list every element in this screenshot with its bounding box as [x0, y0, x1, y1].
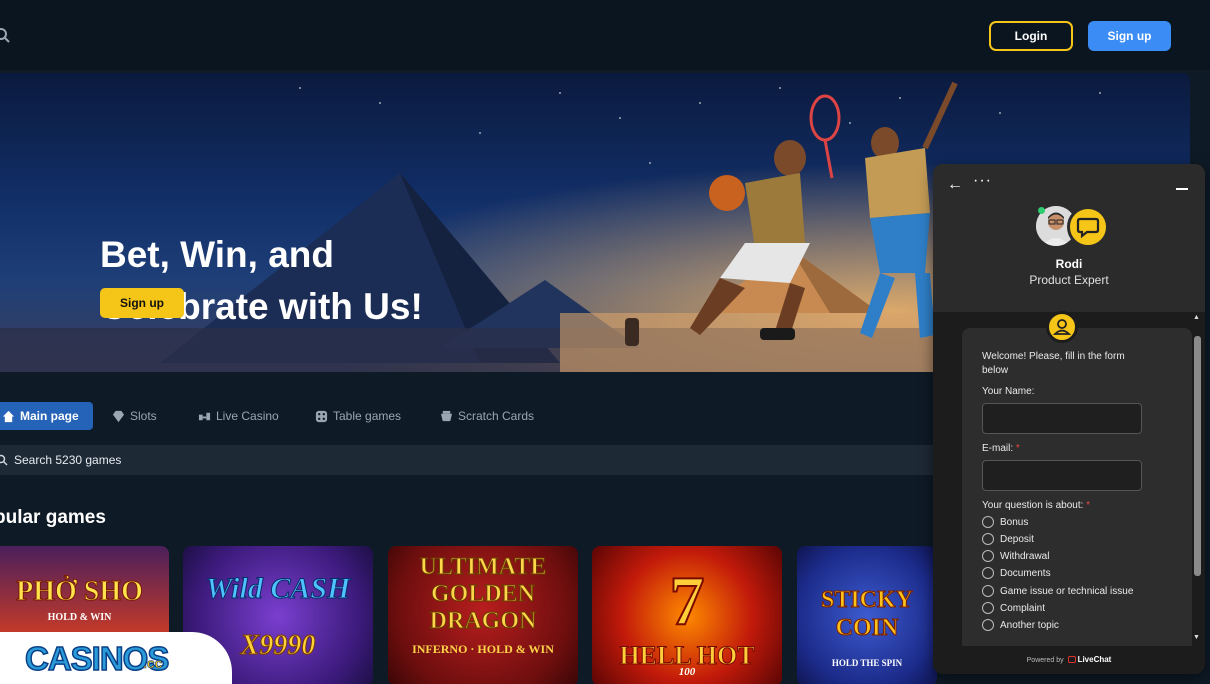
dice-icon [315, 410, 328, 422]
login-button[interactable]: Login [989, 21, 1073, 51]
name-label-text: Your Name: [982, 386, 1035, 397]
game-search-input[interactable]: Search 5230 games [0, 445, 940, 475]
scratch-card-icon [440, 410, 453, 421]
tab-table-games[interactable]: Table games [315, 402, 401, 430]
email-field[interactable] [982, 460, 1142, 491]
radio-label: Withdrawal [1000, 550, 1050, 562]
radio-circle[interactable] [982, 516, 994, 528]
scroll-up-arrow-icon[interactable]: ▲ [1193, 314, 1200, 321]
radio-label: Complaint [1000, 602, 1046, 614]
radio-label: Bonus [1000, 516, 1029, 528]
radio-label: Deposit [1000, 533, 1034, 545]
chat-scroll-thumb[interactable] [1194, 336, 1201, 576]
radio-circle[interactable] [982, 602, 994, 614]
tab-scratch-cards[interactable]: Scratch Cards [440, 402, 534, 430]
signup-button[interactable]: Sign up [1088, 21, 1171, 51]
search-icon[interactable] [0, 27, 12, 45]
question-label: Your question is about: * [982, 500, 1090, 511]
powered-by-text: Powered by [1026, 657, 1064, 664]
chat-header: ← ··· Rodi Product Expert [933, 164, 1205, 312]
livechat-widget: ← ··· Rodi Product Expert Welcome! Pleas… [933, 164, 1205, 674]
site-logo-suffix: .cc [143, 655, 163, 672]
required-mark: * [1015, 443, 1020, 454]
more-options-icon[interactable]: ··· [973, 172, 992, 190]
email-label: E-mail: * [982, 443, 1020, 454]
name-field[interactable] [982, 403, 1142, 434]
radio-label: Game issue or technical issue [1000, 585, 1134, 597]
user-icon [1046, 311, 1078, 343]
livechat-brand[interactable]: LiveChat [1078, 655, 1112, 664]
agent-role: Product Expert [1029, 273, 1109, 287]
search-placeholder: Search 5230 games [14, 453, 122, 467]
chat-bubble-icon [1067, 206, 1109, 248]
radio-documents[interactable]: Documents [982, 567, 1051, 579]
seven-graphic: 7 [669, 562, 706, 641]
game-subtitle: 100 [678, 666, 696, 678]
name-label: Your Name: [982, 386, 1034, 397]
required-mark: * [1086, 500, 1091, 511]
radio-circle[interactable] [982, 585, 994, 597]
livechat-logo-icon [1067, 656, 1076, 663]
form-welcome-text: Welcome! Please, fill in the form below [982, 351, 1125, 376]
game-title: STICKY COIN [820, 587, 914, 642]
radio-label: Documents [1000, 567, 1051, 579]
game-tile-golden-dragon[interactable]: ULTIMATE GOLDEN DRAGON INFERNO · HOLD & … [388, 546, 578, 684]
game-title: Wild CASH [205, 572, 351, 606]
radio-circle[interactable] [982, 550, 994, 562]
radio-label: Another topic [1000, 619, 1059, 631]
tab-label: Live Casino [216, 409, 279, 423]
game-subtitle: HOLD THE SPIN [831, 658, 903, 668]
hero-signup-button[interactable]: Sign up [100, 288, 184, 318]
home-icon [2, 410, 15, 422]
radio-complaint[interactable]: Complaint [982, 602, 1045, 614]
search-icon [0, 454, 8, 466]
radio-circle[interactable] [982, 533, 994, 545]
agent-name: Rodi [1055, 257, 1083, 271]
live-casino-icon [198, 412, 211, 420]
game-title: PHỞ SHO [16, 576, 144, 608]
top-header: Login Sign up [0, 0, 1210, 70]
tab-slots[interactable]: Slots [112, 402, 157, 430]
radio-bonus[interactable]: Bonus [982, 516, 1028, 528]
email-label-text: E-mail: [982, 443, 1014, 454]
game-subtitle: HOLD & WIN [47, 612, 112, 623]
game-tile-sticky-coin[interactable]: STICKY COIN HOLD THE SPIN [797, 546, 937, 684]
tab-label: Main page [20, 409, 79, 423]
chat-footer: Powered by LiveChat [933, 646, 1205, 674]
radio-deposit[interactable]: Deposit [982, 533, 1034, 545]
tab-label: Scratch Cards [458, 409, 535, 423]
radio-circle[interactable] [982, 567, 994, 579]
casino-page: Login Sign up Bet, Win, and Celebrate wi… [0, 0, 1210, 684]
question-label-text: Your question is about: [982, 500, 1084, 511]
game-tile-hell-hot[interactable]: 7 HELL HOT 100 [592, 546, 782, 684]
section-title: pular games [0, 507, 106, 528]
radio-circle[interactable] [982, 619, 994, 631]
radio-another-topic[interactable]: Another topic [982, 619, 1059, 631]
game-subtitle: INFERNO · HOLD & WIN [412, 642, 554, 656]
radio-withdrawal[interactable]: Withdrawal [982, 550, 1049, 562]
minimize-icon[interactable] [1176, 188, 1188, 190]
diamond-icon [112, 410, 125, 422]
tab-label: Table games [333, 409, 402, 423]
scroll-down-arrow-icon[interactable]: ▼ [1193, 634, 1200, 641]
tab-label: Slots [130, 409, 157, 423]
online-status-dot [1038, 207, 1045, 214]
tab-live-casino[interactable]: Live Casino [198, 402, 279, 430]
radio-game-issue[interactable]: Game issue or technical issue [982, 585, 1133, 597]
back-arrow-icon[interactable]: ← [947, 176, 963, 194]
game-title: ULTIMATE GOLDEN DRAGON [419, 554, 547, 635]
tab-main-page[interactable]: Main page [0, 402, 93, 430]
